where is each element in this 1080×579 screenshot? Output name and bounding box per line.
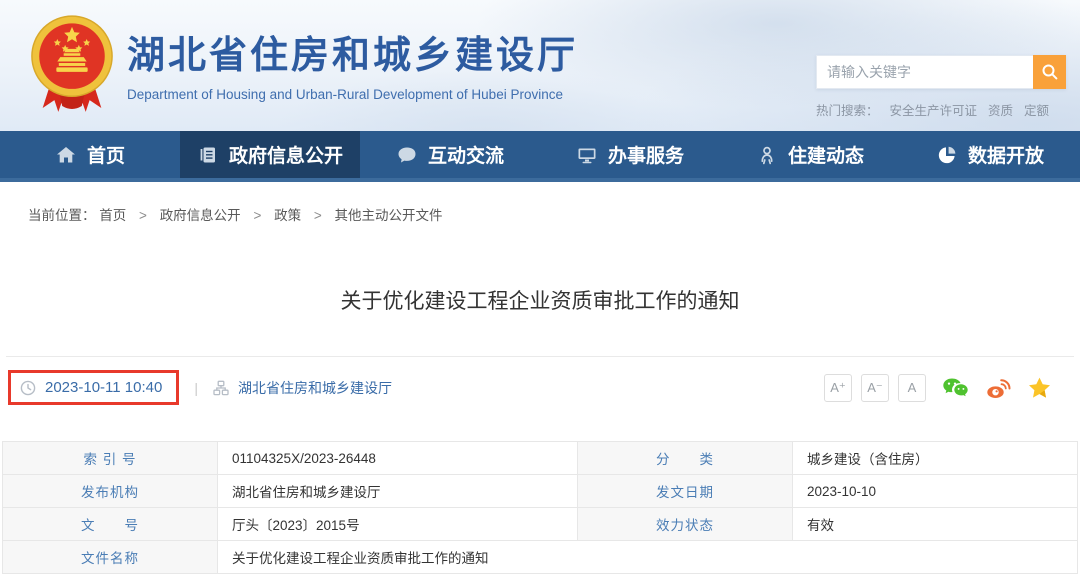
search-icon bbox=[1041, 63, 1059, 81]
article-source-wrap: 湖北省住房和城乡建设厅 bbox=[213, 378, 392, 398]
national-emblem-logo bbox=[28, 12, 116, 116]
breadcrumb-item-home[interactable]: 首页 bbox=[99, 208, 126, 223]
hot-search-keyword[interactable]: 定额 bbox=[1024, 100, 1049, 119]
document-icon bbox=[197, 144, 219, 166]
table-row: 文件名称 关于优化建设工程企业资质审批工作的通知 bbox=[3, 541, 1078, 574]
info-label-index-number: 索 引 号 bbox=[3, 442, 218, 475]
info-value-issue-date: 2023-10-10 bbox=[793, 475, 1078, 508]
search-input[interactable] bbox=[816, 55, 1033, 89]
font-decrease-button[interactable]: A⁻ bbox=[861, 374, 889, 402]
site-title: 湖北省住房和城乡建设厅 bbox=[127, 24, 578, 79]
info-label-validity: 效力状态 bbox=[578, 508, 793, 541]
nav-item-services[interactable]: 办事服务 bbox=[540, 131, 720, 178]
breadcrumb-item-current: 其他主动公开文件 bbox=[335, 208, 443, 223]
info-label-doc-title: 文件名称 bbox=[3, 541, 218, 574]
breadcrumb-label: 当前位置： bbox=[28, 208, 96, 223]
meta-separator: | bbox=[194, 380, 198, 396]
hot-search: 热门搜索： 安全生产许可证 资质 定额 bbox=[816, 100, 1066, 119]
wechat-share-icon[interactable] bbox=[942, 377, 969, 399]
table-row: 索 引 号 01104325X/2023-26448 分 类 城乡建设（含住房） bbox=[3, 442, 1078, 475]
article-meta-row: 2023-10-11 10:40 | bbox=[6, 356, 1074, 418]
breadcrumb-separator: > bbox=[314, 208, 322, 223]
info-label-issuing-agency: 发布机构 bbox=[3, 475, 218, 508]
nav-item-gov-info[interactable]: 政府信息公开 bbox=[180, 131, 360, 178]
page: 湖北省住房和城乡建设厅 Department of Housing and Ur… bbox=[0, 0, 1080, 574]
article-toolbar: A⁺ A⁻ A bbox=[815, 374, 1052, 402]
article-main: 关于优化建设工程企业资质审批工作的通知 2023-10-11 10:40 | bbox=[0, 288, 1080, 574]
table-row: 发布机构 湖北省住房和城乡建设厅 发文日期 2023-10-10 bbox=[3, 475, 1078, 508]
publish-date: 2023-10-11 10:40 bbox=[45, 379, 162, 396]
hot-search-keyword[interactable]: 资质 bbox=[988, 100, 1013, 119]
nav-item-label: 住建动态 bbox=[788, 141, 864, 168]
hot-search-keyword[interactable]: 安全生产许可证 bbox=[890, 100, 978, 119]
qzone-share-icon[interactable] bbox=[1027, 376, 1052, 400]
nav-item-interaction[interactable]: 互动交流 bbox=[360, 131, 540, 178]
person-badge-icon bbox=[756, 144, 778, 166]
nav-item-label: 首页 bbox=[87, 141, 125, 168]
hot-search-label: 热门搜索： bbox=[816, 100, 879, 119]
breadcrumb-separator: > bbox=[253, 208, 261, 223]
breadcrumb-item-policy[interactable]: 政策 bbox=[274, 208, 301, 223]
national-emblem-icon bbox=[28, 12, 116, 116]
nav-item-label: 数据开放 bbox=[968, 141, 1044, 168]
nav-item-home[interactable]: 首页 bbox=[0, 131, 180, 178]
breadcrumb-item-gov-info[interactable]: 政府信息公开 bbox=[160, 208, 241, 223]
monitor-icon bbox=[576, 144, 598, 166]
info-label-category: 分 类 bbox=[578, 442, 793, 475]
clock-icon bbox=[20, 380, 36, 396]
nav-item-label: 办事服务 bbox=[608, 141, 684, 168]
main-nav: 首页 政府信息公开 bbox=[0, 131, 1080, 182]
site-header: 湖北省住房和城乡建设厅 Department of Housing and Ur… bbox=[0, 0, 1080, 131]
info-value-validity: 有效 bbox=[793, 508, 1078, 541]
nav-item-label: 互动交流 bbox=[428, 141, 504, 168]
article-meta-left: 2023-10-11 10:40 | bbox=[8, 370, 392, 405]
font-reset-button[interactable]: A bbox=[898, 374, 926, 402]
nav-item-open-data[interactable]: 数据开放 bbox=[900, 131, 1080, 178]
breadcrumb-separator: > bbox=[139, 208, 147, 223]
search-box bbox=[816, 55, 1066, 89]
info-label-issue-date: 发文日期 bbox=[578, 475, 793, 508]
article-title: 关于优化建设工程企业资质审批工作的通知 bbox=[0, 288, 1080, 316]
info-value-doc-number: 厅头〔2023〕2015号 bbox=[218, 508, 578, 541]
info-value-category: 城乡建设（含住房） bbox=[793, 442, 1078, 475]
publish-date-highlight-box: 2023-10-11 10:40 bbox=[8, 370, 179, 405]
info-value-doc-title: 关于优化建设工程企业资质审批工作的通知 bbox=[218, 541, 1078, 574]
search-button[interactable] bbox=[1033, 55, 1066, 89]
nav-item-label: 政府信息公开 bbox=[229, 141, 343, 168]
info-label-doc-number: 文 号 bbox=[3, 508, 218, 541]
chat-icon bbox=[396, 144, 418, 166]
article-source[interactable]: 湖北省住房和城乡建设厅 bbox=[238, 378, 392, 398]
site-title-block: 湖北省住房和城乡建设厅 Department of Housing and Ur… bbox=[127, 24, 578, 102]
weibo-share-icon[interactable] bbox=[985, 376, 1011, 400]
info-value-index-number: 01104325X/2023-26448 bbox=[218, 442, 578, 475]
breadcrumb: 当前位置： 首页 > 政府信息公开 > 政策 > 其他主动公开文件 bbox=[0, 182, 1080, 224]
pie-chart-icon bbox=[936, 144, 958, 166]
nav-item-news[interactable]: 住建动态 bbox=[720, 131, 900, 178]
table-row: 文 号 厅头〔2023〕2015号 效力状态 有效 bbox=[3, 508, 1078, 541]
organization-icon bbox=[213, 380, 229, 396]
site-subtitle: Department of Housing and Urban-Rural De… bbox=[127, 87, 578, 102]
search-area: 热门搜索： 安全生产许可证 资质 定额 bbox=[816, 55, 1066, 119]
font-increase-button[interactable]: A⁺ bbox=[824, 374, 852, 402]
home-icon bbox=[55, 144, 77, 166]
info-value-issuing-agency: 湖北省住房和城乡建设厅 bbox=[218, 475, 578, 508]
document-info-table: 索 引 号 01104325X/2023-26448 分 类 城乡建设（含住房）… bbox=[2, 441, 1078, 574]
